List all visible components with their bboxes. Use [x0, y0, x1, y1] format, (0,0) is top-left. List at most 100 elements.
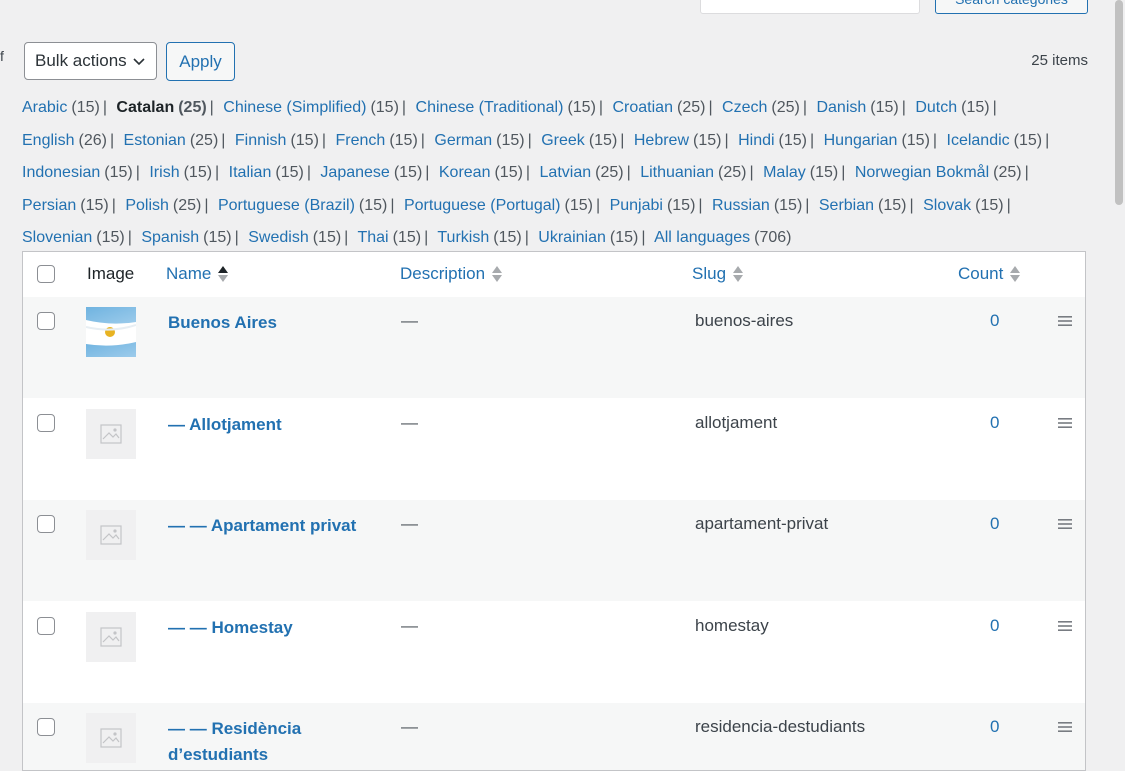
- row-checkbox[interactable]: [37, 312, 55, 330]
- category-name-link[interactable]: — Allotjament: [168, 412, 388, 438]
- drag-handle-icon[interactable]: [1058, 417, 1072, 429]
- language-link[interactable]: Persian: [22, 197, 76, 214]
- row-checkbox[interactable]: [37, 413, 55, 432]
- language-filter-item[interactable]: Swedish (15): [248, 229, 341, 246]
- language-link[interactable]: Lithuanian: [640, 164, 714, 181]
- language-filter-item[interactable]: Persian (15): [22, 197, 109, 214]
- language-filter-item[interactable]: Polish (25): [125, 197, 201, 214]
- language-link[interactable]: Norwegian Bokmål: [855, 164, 989, 181]
- category-name-link[interactable]: — — Residència d’estudiants: [168, 716, 388, 768]
- drag-handle-icon[interactable]: [1058, 620, 1072, 632]
- language-filter-item[interactable]: Portuguese (Brazil) (15): [218, 197, 387, 214]
- language-filter-item[interactable]: Japanese (15): [320, 164, 422, 181]
- search-categories-button[interactable]: Search categories: [935, 0, 1088, 14]
- language-link[interactable]: Polish: [125, 197, 169, 214]
- language-filter-item[interactable]: Czech (25): [722, 99, 800, 116]
- column-name[interactable]: Name: [166, 264, 229, 284]
- language-filter-item[interactable]: All languages (706): [654, 229, 791, 246]
- language-link[interactable]: Serbian: [819, 197, 874, 214]
- language-link[interactable]: Punjabi: [610, 197, 663, 214]
- language-link[interactable]: German: [434, 132, 492, 149]
- bulk-actions-select[interactable]: Bulk actions: [24, 42, 157, 80]
- language-link[interactable]: French: [336, 132, 386, 149]
- language-filter-item[interactable]: Irish (15): [149, 164, 212, 181]
- language-link[interactable]: Chinese (Simplified): [223, 99, 366, 116]
- category-count-link[interactable]: 0: [990, 514, 999, 534]
- language-link[interactable]: Danish: [816, 99, 866, 116]
- language-link[interactable]: Indonesian: [22, 164, 100, 181]
- language-filter-item[interactable]: Chinese (Traditional) (15): [416, 99, 596, 116]
- language-link[interactable]: Hebrew: [634, 132, 689, 149]
- language-link[interactable]: Portuguese (Brazil): [218, 197, 355, 214]
- language-link[interactable]: Czech: [722, 99, 767, 116]
- column-description[interactable]: Description: [400, 264, 503, 284]
- language-link[interactable]: Korean: [439, 164, 491, 181]
- row-checkbox[interactable]: [37, 515, 55, 533]
- language-link[interactable]: Hindi: [738, 132, 774, 149]
- language-link[interactable]: Latvian: [540, 164, 592, 181]
- language-link[interactable]: Spanish: [141, 229, 199, 246]
- language-filter-item[interactable]: Hungarian (15): [824, 132, 930, 149]
- language-filter-item[interactable]: Turkish (15): [437, 229, 521, 246]
- language-filter-item[interactable]: French (15): [336, 132, 418, 149]
- language-filter-item[interactable]: Spanish (15): [141, 229, 231, 246]
- category-count-link[interactable]: 0: [990, 717, 999, 737]
- language-filter-item[interactable]: German (15): [434, 132, 524, 149]
- language-link[interactable]: Malay: [763, 164, 806, 181]
- page-scrollbar[interactable]: [1115, 0, 1125, 765]
- language-filter-item[interactable]: Greek (15): [541, 132, 617, 149]
- language-link[interactable]: Japanese: [320, 164, 389, 181]
- language-filter-item[interactable]: Finnish (15): [235, 132, 319, 149]
- column-slug[interactable]: Slug: [692, 264, 744, 284]
- category-count-link[interactable]: 0: [990, 311, 999, 331]
- language-filter-item[interactable]: Lithuanian (25): [640, 164, 746, 181]
- language-link[interactable]: Greek: [541, 132, 585, 149]
- language-filter-item[interactable]: Korean (15): [439, 164, 523, 181]
- language-filter-item[interactable]: Indonesian (15): [22, 164, 133, 181]
- language-link[interactable]: Ukrainian: [538, 229, 606, 246]
- language-link[interactable]: Dutch: [915, 99, 957, 116]
- language-filter-item[interactable]: Ukrainian (15): [538, 229, 638, 246]
- language-link[interactable]: Arabic: [22, 99, 67, 116]
- language-link[interactable]: All languages: [654, 229, 750, 246]
- language-filter-item[interactable]: Thai (15): [357, 229, 421, 246]
- language-link[interactable]: Catalan: [116, 99, 174, 116]
- language-filter-item[interactable]: Icelandic (15): [947, 132, 1043, 149]
- language-link[interactable]: Irish: [149, 164, 179, 181]
- language-link[interactable]: Turkish: [437, 229, 489, 246]
- language-link[interactable]: Finnish: [235, 132, 287, 149]
- apply-button[interactable]: Apply: [166, 42, 235, 81]
- category-name-link[interactable]: Buenos Aires: [168, 310, 388, 336]
- language-filter-item[interactable]: Malay (15): [763, 164, 838, 181]
- language-filter-item[interactable]: Chinese (Simplified) (15): [223, 99, 399, 116]
- language-link[interactable]: Hungarian: [824, 132, 898, 149]
- category-count-link[interactable]: 0: [990, 616, 999, 636]
- drag-handle-icon[interactable]: [1058, 315, 1072, 327]
- language-filter-item[interactable]: Croatian (25): [613, 99, 706, 116]
- drag-handle-icon[interactable]: [1058, 721, 1072, 733]
- language-filter-item[interactable]: Latvian (25): [540, 164, 624, 181]
- language-link[interactable]: Slovak: [923, 197, 971, 214]
- language-filter-item[interactable]: Slovak (15): [923, 197, 1003, 214]
- category-name-link[interactable]: — — Homestay: [168, 615, 388, 641]
- category-name-link[interactable]: — — Apartament privat: [168, 513, 388, 539]
- drag-handle-icon[interactable]: [1058, 518, 1072, 530]
- language-filter-item[interactable]: Arabic (15): [22, 99, 100, 116]
- language-link[interactable]: Russian: [712, 197, 770, 214]
- row-checkbox[interactable]: [37, 718, 55, 736]
- language-filter-item[interactable]: Estonian (25): [124, 132, 219, 149]
- scrollbar-thumb[interactable]: [1115, 0, 1123, 205]
- language-filter-item[interactable]: Hebrew (15): [634, 132, 722, 149]
- language-filter-item[interactable]: Catalan (25): [116, 99, 206, 116]
- language-link[interactable]: Thai: [357, 229, 388, 246]
- language-filter-item[interactable]: Slovenian (15): [22, 229, 125, 246]
- select-all-checkbox[interactable]: [37, 265, 55, 283]
- language-filter-item[interactable]: Portuguese (Portugal) (15): [404, 197, 593, 214]
- language-filter-item[interactable]: Danish (15): [816, 99, 898, 116]
- language-link[interactable]: Chinese (Traditional): [416, 99, 564, 116]
- language-link[interactable]: Icelandic: [947, 132, 1010, 149]
- language-filter-item[interactable]: English (26): [22, 132, 107, 149]
- language-link[interactable]: English: [22, 132, 74, 149]
- language-filter-item[interactable]: Russian (15): [712, 197, 802, 214]
- language-filter-item[interactable]: Dutch (15): [915, 99, 989, 116]
